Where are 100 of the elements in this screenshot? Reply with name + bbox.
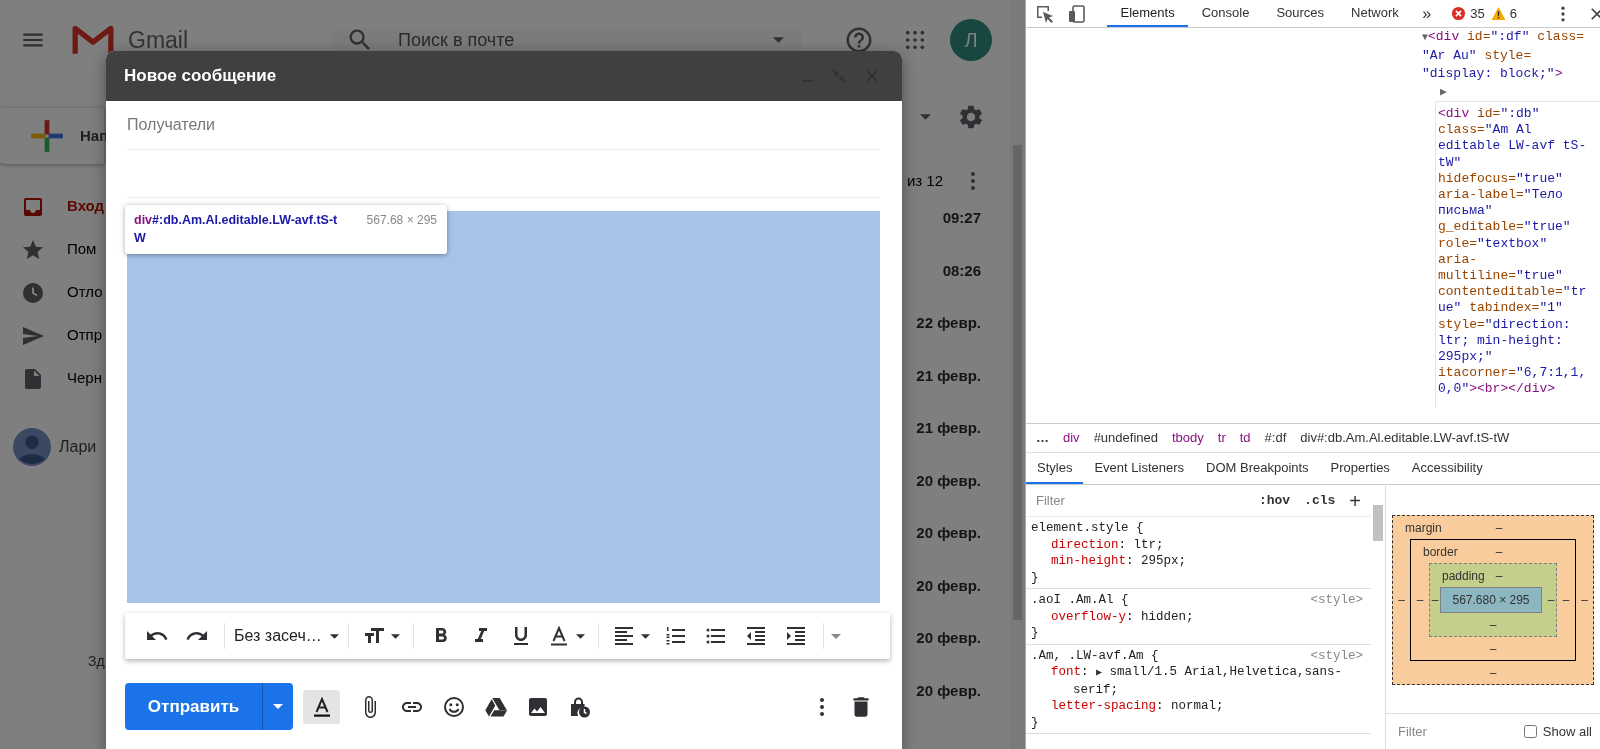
breadcrumb-item[interactable]: tr xyxy=(1217,428,1226,448)
send-button[interactable]: Отправить xyxy=(125,683,262,730)
font-dropdown[interactable]: Без засеч… xyxy=(232,624,341,648)
pane-tab[interactable]: Styles xyxy=(1026,453,1084,484)
breadcrumb-item[interactable]: tbody xyxy=(1171,428,1204,448)
css-declaration: font: ▶ small/1.5 Arial,Helvetica,sans-serif; xyxy=(1050,664,1344,698)
message-body-field[interactable] xyxy=(127,211,880,603)
box-value: – xyxy=(1416,592,1424,609)
expand-toggle[interactable]: ▶ xyxy=(1422,83,1600,101)
date-label: 21 февр. xyxy=(916,418,981,438)
error-icon[interactable] xyxy=(1451,6,1467,21)
apps-grid-icon[interactable] xyxy=(904,29,926,51)
account-name: Лари xyxy=(59,437,97,457)
date-label: 21 февр. xyxy=(916,365,981,386)
element-selector: div#:db.Am.Al.editable.LW-avf.tS-tW xyxy=(134,212,339,247)
code-line: "Ar Au" style= xyxy=(1422,47,1533,65)
device-icon[interactable] xyxy=(1067,3,1087,24)
nav-item[interactable]: Пом xyxy=(0,228,104,271)
box-value: – xyxy=(1489,616,1497,634)
nav-item[interactable]: Отпр xyxy=(0,314,104,357)
code-line: editable LW-avf tS- xyxy=(1438,138,1588,155)
warning-icon[interactable] xyxy=(1490,6,1506,21)
hover-state-button[interactable]: :hov xyxy=(1258,490,1291,511)
source-link[interactable]: <style> xyxy=(1310,592,1363,609)
box-label: padding xyxy=(1442,567,1486,585)
box-value: – xyxy=(1547,592,1555,609)
date-label: 20 февр. xyxy=(916,680,981,701)
class-toggle-button[interactable]: .cls xyxy=(1304,490,1336,511)
inspect-icon[interactable] xyxy=(1035,3,1055,24)
code-line: itacorner="6,7:1,1, xyxy=(1438,365,1588,382)
nav-item[interactable]: Вход xyxy=(0,185,104,228)
box-value: – xyxy=(1562,592,1570,609)
caret-icon xyxy=(273,704,283,709)
window-title: Новое сообщение xyxy=(124,65,278,88)
breadcrumb-item[interactable]: div#:db.Am.Al.editable.LW-avf.tS-tW xyxy=(1300,428,1510,448)
date-label: 22 февр. xyxy=(916,313,981,333)
breadcrumb-item[interactable]: td xyxy=(1239,428,1251,448)
box-value: – xyxy=(1495,567,1503,585)
formatting-button[interactable] xyxy=(303,689,340,724)
date-label: 20 февр. xyxy=(916,523,981,543)
code-line: "display: block;"> xyxy=(1422,65,1564,83)
panel-tab[interactable]: Sources xyxy=(1262,0,1338,27)
element-size: 567.68 × 295 xyxy=(366,212,437,229)
content-size: 567.680 × 295 xyxy=(1440,587,1542,613)
panel-tab[interactable]: Elements xyxy=(1107,0,1189,27)
closing-brace: } xyxy=(1031,714,1040,731)
user-avatar-icon xyxy=(13,428,51,466)
add-rule-button[interactable]: + xyxy=(1349,490,1361,511)
source-link[interactable]: <style> xyxy=(1310,647,1363,664)
box-label: border xyxy=(1423,543,1459,561)
settings-icon[interactable] xyxy=(957,103,985,131)
breadcrumb-item[interactable]: #undefined xyxy=(1093,428,1158,448)
box-value: – xyxy=(1581,592,1588,609)
css-declaration: letter-spacing: normal; xyxy=(1050,698,1225,715)
pane-tab[interactable]: DOM Breakpoints xyxy=(1195,453,1320,484)
pane-tab[interactable]: Properties xyxy=(1319,453,1401,484)
nav-item[interactable]: Черн xyxy=(0,357,104,400)
show-all-checkbox[interactable] xyxy=(1523,725,1537,738)
selected-node[interactable] xyxy=(1435,101,1600,408)
envelope-logo-icon[interactable] xyxy=(72,24,114,56)
breadcrumb-item[interactable]: … xyxy=(1036,428,1049,448)
code-line: role="textbox" xyxy=(1438,235,1549,252)
code-line: contenteditable="tr xyxy=(1438,284,1588,301)
more-tabs-button[interactable]: » xyxy=(1412,0,1438,27)
footer-text: Зд xyxy=(88,652,106,671)
box-value: – xyxy=(1489,640,1497,658)
css-declaration: min-height: 295px; xyxy=(1050,553,1188,570)
breadcrumb-item[interactable]: div xyxy=(1063,428,1080,448)
pane-tab[interactable]: Event Listeners xyxy=(1083,453,1195,484)
nav-item[interactable]: Отло xyxy=(0,271,104,314)
caret-icon[interactable] xyxy=(575,633,585,639)
caret-icon[interactable] xyxy=(390,633,400,639)
send-options-button[interactable] xyxy=(262,683,293,730)
breadcrumb-item[interactable]: #:df xyxy=(1264,428,1287,448)
scrollbar-thumb[interactable] xyxy=(1373,505,1383,541)
code-line: hidefocus="true" xyxy=(1438,170,1564,187)
logo-text: Gmail xyxy=(128,25,189,55)
code-line: aria-label="Тело xyxy=(1438,187,1564,204)
code-line: 295px;" xyxy=(1438,349,1494,366)
code-line: ltr; min-height: xyxy=(1438,332,1564,350)
pane-tab[interactable]: Accessibility xyxy=(1400,453,1494,484)
checkbox-label: Show all xyxy=(1542,722,1592,741)
panel-tab[interactable]: Network xyxy=(1337,0,1413,27)
caret-icon[interactable] xyxy=(640,633,650,639)
css-selector: .aoI .Am.Al { xyxy=(1031,592,1129,609)
code-line: <div id=":db" xyxy=(1438,106,1541,123)
box-value: – xyxy=(1398,592,1405,609)
search-bar[interactable]: Поиск в почте xyxy=(332,29,802,51)
css-selector: element.style { xyxy=(1031,520,1144,537)
date-label: 20 февр. xyxy=(916,470,981,491)
code-line: style="direction: xyxy=(1438,316,1572,333)
plus-icon xyxy=(28,117,66,155)
code-line: class="Am Al xyxy=(1438,122,1533,139)
date-label: 20 февр. xyxy=(916,628,981,648)
panel-tab[interactable]: Console xyxy=(1188,0,1263,27)
code-line: aria- xyxy=(1438,251,1478,269)
code-line: письма" xyxy=(1438,203,1494,220)
code-line: ue" tabindex="1" xyxy=(1438,300,1564,317)
smiley-icon[interactable] xyxy=(442,694,466,719)
css-selector: .Am, .LW-avf.Am { xyxy=(1031,647,1159,664)
